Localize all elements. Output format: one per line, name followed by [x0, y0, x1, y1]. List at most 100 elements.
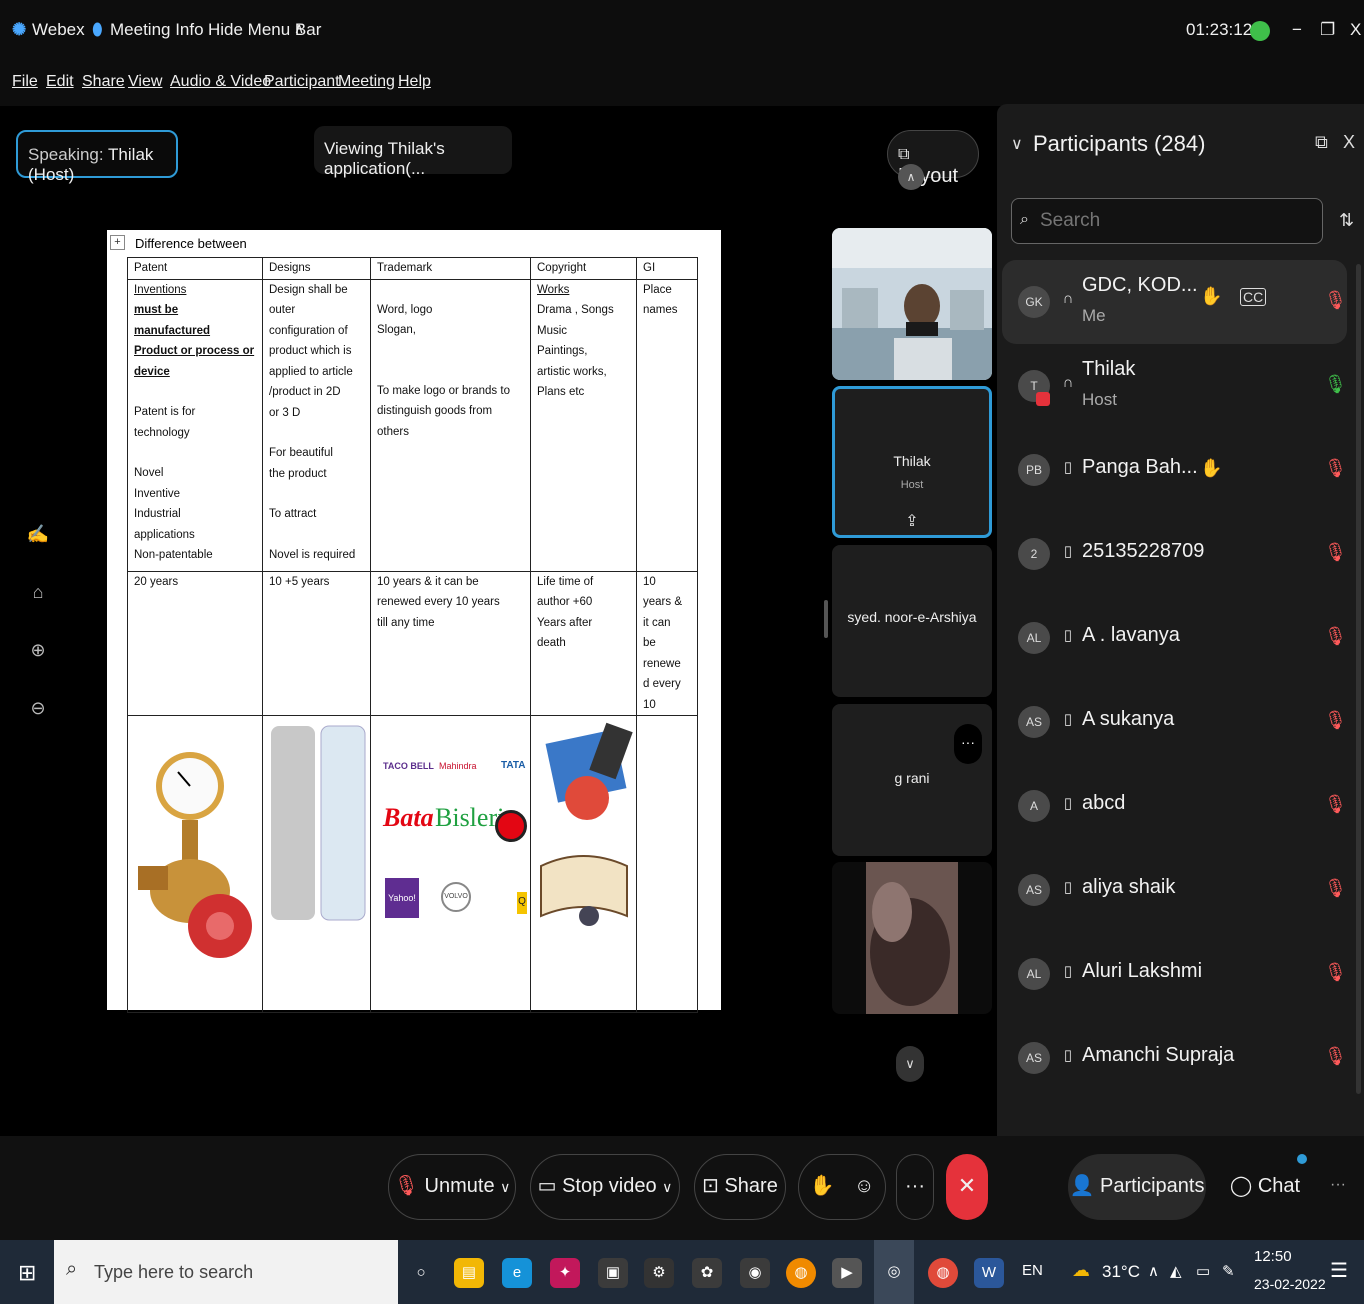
app-icon[interactable]: ✦ [550, 1258, 580, 1288]
restore-icon[interactable]: ❐ [1320, 20, 1335, 40]
task-view-icon[interactable]: ○ [406, 1258, 436, 1288]
participant-row[interactable]: AS ▯ A sukanya 🎙 [1002, 680, 1347, 764]
more-options-icon[interactable]: ··· [954, 724, 982, 764]
annotate-pen-icon[interactable]: ✍ [18, 505, 58, 563]
chevron-down-icon[interactable]: ∨ [662, 1179, 672, 1195]
word-icon[interactable]: W [974, 1258, 1004, 1288]
network-health-icon[interactable] [1250, 21, 1270, 41]
video-tile-syed[interactable]: syed. noor-e-Arshiya [832, 545, 992, 697]
webex-taskbar-icon[interactable]: ◎ [874, 1240, 914, 1304]
chevron-down-icon[interactable]: ∨ [500, 1179, 510, 1195]
menu-meeting[interactable]: Meeting [338, 73, 395, 91]
menu-help[interactable]: Help [398, 73, 431, 91]
stop-video-button[interactable]: ▭ Stop video ∨ [530, 1154, 680, 1220]
scroll-up-tiles-icon[interactable]: ∧ [898, 164, 924, 190]
chevron-up-icon[interactable]: ∧ [1148, 1262, 1159, 1280]
chrome-icon[interactable]: ◍ [786, 1258, 816, 1288]
unmute-button[interactable]: 🎙 Unmute ∨ [388, 1154, 516, 1220]
more-icon[interactable]: ··· [1330, 1176, 1346, 1194]
muted-mic-icon[interactable]: 🎙 [1324, 710, 1347, 731]
trademark-features-cell: Word, logo Slogan, To make logo or brand… [370, 278, 531, 572]
participant-row[interactable]: A ▯ abcd 🎙 [1002, 764, 1347, 848]
video-tile-grani[interactable]: g rani ··· [832, 704, 992, 856]
app-icon[interactable]: ◉ [740, 1258, 770, 1288]
network-icon[interactable]: ◭ [1170, 1262, 1182, 1280]
panel-scrollbar[interactable] [1356, 264, 1361, 1094]
sort-icon[interactable]: ⇅ [1339, 210, 1354, 231]
remote-control-icon[interactable]: ⌂ [18, 563, 58, 621]
media-icon[interactable]: ▶ [832, 1258, 862, 1288]
menu-share[interactable]: Share [82, 73, 125, 91]
muted-mic-icon[interactable]: 🎙 [1324, 542, 1347, 563]
menu-view[interactable]: View [128, 73, 162, 91]
taskbar-search[interactable]: ⌕ Type here to search [54, 1240, 398, 1304]
participant-row[interactable]: 2 ▯ 25135228709 🎙 [1002, 512, 1347, 596]
viewing-share-indicator[interactable]: Viewing Thilak's application(... [314, 126, 512, 178]
raise-hand-icon[interactable]: ✋ [810, 1175, 835, 1197]
app-icon[interactable]: ✿ [692, 1258, 722, 1288]
collapse-chevron-icon[interactable]: ∨ [1011, 134, 1023, 154]
title-bar: ✺ Webex ⬮ Meeting Info Hide Menu Bar ∧ 0… [0, 0, 1364, 60]
file-explorer-icon[interactable]: ▤ [454, 1258, 484, 1288]
chevron-up-icon[interactable]: ∧ [294, 20, 304, 37]
notification-icon[interactable]: ☰ [1330, 1258, 1348, 1283]
windows-start-icon[interactable]: ⊞ [18, 1260, 36, 1286]
reactions-icon[interactable]: ☺ [854, 1175, 874, 1197]
weather-icon[interactable]: ☁ [1072, 1260, 1090, 1281]
store-icon[interactable]: ▣ [598, 1258, 628, 1288]
zoom-in-icon[interactable]: ⊕ [18, 621, 58, 679]
participant-row[interactable]: AL ▯ A . lavanya 🎙 [1002, 596, 1347, 680]
search-box[interactable]: ⌕ [1011, 198, 1323, 244]
menu-audio-video[interactable]: Audio & Video [170, 73, 271, 91]
participant-row[interactable]: T ∩ Thilak Host 🎙 [1002, 344, 1347, 428]
participant-row[interactable]: PB ▯ Panga Bah... ✋ 🎙 [1002, 428, 1347, 512]
more-options-button[interactable]: ··· [896, 1154, 934, 1220]
hide-menu-bar-button[interactable]: Hide Menu Bar [208, 20, 321, 40]
muted-mic-icon[interactable]: 🎙 [1324, 626, 1347, 647]
share-button[interactable]: ⊡ Share [694, 1154, 786, 1220]
close-panel-icon[interactable]: X [1343, 132, 1355, 153]
participant-row[interactable]: AS ▯ Amanchi Supraja 🎙 [1002, 1016, 1347, 1100]
muted-mic-icon[interactable]: 🎙 [1324, 794, 1347, 815]
chrome-profile-icon[interactable]: ◍ [928, 1258, 958, 1288]
video-tile-camera[interactable] [832, 228, 992, 380]
zoom-out-icon[interactable]: ⊖ [18, 679, 58, 737]
menu-edit[interactable]: Edit [46, 73, 74, 91]
chat-button[interactable]: ◯ Chat [1220, 1154, 1310, 1220]
language-indicator[interactable]: EN [1022, 1262, 1043, 1279]
meeting-timer: 01:23:12 [1186, 20, 1253, 39]
muted-mic-icon[interactable]: 🎙 [1324, 1046, 1347, 1067]
meeting-info-button[interactable]: Meeting Info [110, 20, 204, 40]
participants-button[interactable]: 👤 Participants [1068, 1154, 1206, 1220]
muted-mic-icon[interactable]: 🎙 [1324, 962, 1347, 983]
share-label: Share [724, 1175, 778, 1197]
participant-row[interactable]: GK ∩ GDC, KOD... Me ✋ CC 🎙 [1002, 260, 1347, 344]
scroll-down-tiles-icon[interactable]: ∨ [896, 1046, 924, 1082]
muted-mic-icon[interactable]: 🎙 [1324, 878, 1347, 899]
app-icon[interactable]: ⚙ [644, 1258, 674, 1288]
layout-icon: ⧉ [898, 146, 910, 163]
avatar: AS [1018, 706, 1050, 738]
menu-participant[interactable]: Participant [264, 73, 340, 91]
pen-icon[interactable]: ✎ [1222, 1262, 1235, 1280]
clock-date[interactable]: 23-02-2022 [1254, 1276, 1326, 1292]
close-icon[interactable]: X [1350, 20, 1361, 40]
participant-row[interactable]: AS ▯ aliya shaik 🎙 [1002, 848, 1347, 932]
menu-file[interactable]: File [12, 73, 38, 91]
muted-mic-icon[interactable]: 🎙 [1324, 458, 1347, 479]
more-options-icon: ··· [905, 1175, 925, 1197]
unmuted-mic-icon[interactable]: 🎙 [1324, 374, 1347, 395]
video-tile-thilak[interactable]: Thilak Host ⇪ [832, 386, 992, 538]
popout-icon[interactable]: ⧉ [1315, 132, 1328, 153]
resize-handle[interactable] [824, 600, 828, 638]
edge-icon[interactable]: e [502, 1258, 532, 1288]
battery-icon[interactable]: ▭ [1196, 1262, 1210, 1280]
leave-meeting-button[interactable]: ✕ [946, 1154, 988, 1220]
muted-mic-icon[interactable]: 🎙 [1324, 290, 1347, 311]
participant-row[interactable]: AL ▯ Aluri Lakshmi 🎙 [1002, 932, 1347, 1016]
minimize-icon[interactable]: − [1292, 20, 1302, 40]
bata-logo: Bata [383, 803, 434, 832]
clock-time[interactable]: 12:50 [1254, 1248, 1292, 1265]
video-tile-camera-2[interactable] [832, 862, 992, 1014]
search-input[interactable] [1040, 207, 1310, 235]
